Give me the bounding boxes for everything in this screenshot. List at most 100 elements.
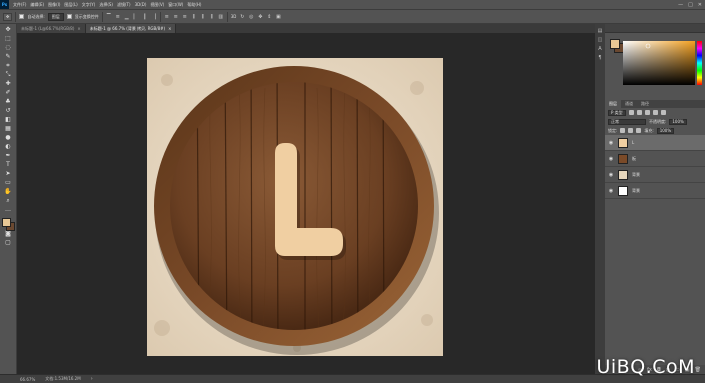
healing-brush-icon[interactable]: ✚ bbox=[4, 80, 13, 88]
shape-tool-icon[interactable]: ▭ bbox=[4, 179, 13, 187]
distribute-left-icon[interactable]: ⫼ bbox=[191, 14, 197, 20]
opacity-field[interactable]: 100% bbox=[669, 118, 687, 125]
tab-layers[interactable]: 图层 bbox=[605, 100, 621, 108]
foreground-color-chip[interactable] bbox=[610, 39, 620, 49]
filter-shape-icon[interactable] bbox=[652, 110, 658, 115]
auto-select-checkbox[interactable] bbox=[19, 14, 25, 19]
visibility-eye-icon[interactable]: ◉ bbox=[608, 188, 614, 194]
layer-kind-dropdown[interactable]: P 类型 bbox=[608, 109, 626, 116]
history-brush-icon[interactable]: ↺ bbox=[4, 107, 13, 115]
blend-mode-dropdown[interactable]: 正常 bbox=[608, 118, 646, 125]
layer-row[interactable]: ◉ 板 bbox=[605, 151, 705, 167]
fill-field[interactable]: 100% bbox=[656, 127, 675, 134]
zoom-level[interactable]: 66.67% bbox=[20, 377, 35, 382]
3d-roll-icon[interactable]: ◎ bbox=[248, 14, 254, 20]
layer-row[interactable]: ◉ 背景 bbox=[605, 183, 705, 199]
zoom-tool-icon[interactable]: ⌕ bbox=[4, 197, 13, 205]
close-tab-icon[interactable]: × bbox=[77, 26, 80, 31]
visibility-eye-icon[interactable]: ◉ bbox=[608, 172, 614, 178]
document-canvas[interactable] bbox=[147, 58, 443, 356]
show-transform-checkbox[interactable] bbox=[66, 14, 72, 19]
3d-rotate-icon[interactable]: ↻ bbox=[239, 14, 245, 20]
align-vcenter-icon[interactable]: ≡ bbox=[115, 14, 121, 20]
filter-pixel-icon[interactable] bbox=[628, 110, 634, 115]
close-tab-icon[interactable]: × bbox=[168, 26, 171, 31]
tab-document-2[interactable]: 未标题-1 @ 66.7% (背景 拷贝, RGB/8#) × bbox=[85, 24, 177, 33]
menu-window[interactable]: 窗口(W) bbox=[166, 2, 185, 8]
3d-drag-icon[interactable]: ✥ bbox=[257, 14, 263, 20]
move-tool-preset-icon[interactable]: ✥ bbox=[3, 12, 13, 21]
gradient-tool-icon[interactable]: ▦ bbox=[4, 125, 13, 133]
layer-row[interactable]: ◉ L bbox=[605, 135, 705, 151]
lock-position-icon[interactable] bbox=[628, 128, 634, 133]
color-swatches[interactable] bbox=[2, 218, 15, 231]
visibility-eye-icon[interactable]: ◉ bbox=[608, 156, 614, 162]
filter-type-icon[interactable] bbox=[644, 110, 650, 115]
tab-document-1[interactable]: 未标题-1 (L@66.7%(RGB/8) × bbox=[17, 24, 86, 33]
brush-tool-icon[interactable]: ✐ bbox=[4, 89, 13, 97]
paragraph-panel-icon[interactable]: ¶ bbox=[597, 55, 603, 61]
filter-adjust-icon[interactable] bbox=[636, 110, 642, 115]
menu-3d[interactable]: 3D(D) bbox=[133, 2, 149, 7]
distribute-top-icon[interactable]: ≡ bbox=[164, 14, 170, 20]
3d-slide-icon[interactable]: ⇕ bbox=[266, 14, 272, 20]
color-picker-field[interactable] bbox=[623, 41, 695, 85]
marquee-tool-icon[interactable]: ⬚ bbox=[4, 35, 13, 43]
foreground-color-swatch[interactable] bbox=[2, 218, 11, 227]
menu-edit[interactable]: 编辑(E) bbox=[28, 2, 46, 8]
filter-smart-icon[interactable] bbox=[660, 110, 666, 115]
auto-select-dropdown[interactable]: 图层 bbox=[47, 12, 64, 21]
crop-tool-icon[interactable]: ⌗ bbox=[4, 62, 13, 70]
status-menu-arrow-icon[interactable]: › bbox=[91, 376, 93, 382]
menu-layer[interactable]: 图层(L) bbox=[62, 2, 79, 8]
blur-tool-icon[interactable]: ● bbox=[4, 134, 13, 142]
distribute-vcenter-icon[interactable]: ≡ bbox=[173, 14, 179, 20]
align-top-icon[interactable]: ▔ bbox=[106, 14, 112, 20]
lock-all-icon[interactable] bbox=[636, 128, 642, 133]
auto-align-icon[interactable]: ▥ bbox=[218, 14, 224, 20]
hand-tool-icon[interactable]: ✋ bbox=[4, 188, 13, 196]
delete-layer-icon[interactable]: 🗑 bbox=[695, 367, 701, 373]
tab-paths[interactable]: 路径 bbox=[637, 101, 653, 107]
menu-select[interactable]: 选择(S) bbox=[97, 2, 115, 8]
eyedropper-tool-icon[interactable]: ⤡ bbox=[4, 71, 13, 79]
3d-scale-icon[interactable]: ▣ bbox=[275, 14, 281, 20]
move-tool-icon[interactable]: ✥ bbox=[4, 26, 13, 34]
history-panel-icon[interactable]: ▤ bbox=[597, 28, 603, 34]
path-select-icon[interactable]: ➤ bbox=[4, 170, 13, 178]
properties-panel-icon[interactable]: ◫ bbox=[597, 37, 603, 43]
distribute-bottom-icon[interactable]: ≡ bbox=[182, 14, 188, 20]
clone-stamp-icon[interactable]: ♣ bbox=[4, 98, 13, 106]
screen-mode-icon[interactable]: ▢ bbox=[4, 239, 13, 247]
eraser-tool-icon[interactable]: ◧ bbox=[4, 116, 13, 124]
lock-pixels-icon[interactable] bbox=[620, 128, 626, 133]
maximize-button[interactable]: □ bbox=[688, 2, 693, 8]
distribute-hcenter-icon[interactable]: ⫼ bbox=[200, 14, 206, 20]
close-button[interactable]: ✕ bbox=[698, 2, 702, 8]
menu-type[interactable]: 文字(Y) bbox=[80, 2, 98, 8]
layer-name[interactable]: 背景 bbox=[632, 188, 640, 194]
distribute-right-icon[interactable]: ⫼ bbox=[209, 14, 215, 20]
layer-name[interactable]: L bbox=[632, 140, 634, 145]
layer-row[interactable]: ◉ 背景 bbox=[605, 167, 705, 183]
menu-help[interactable]: 帮助(H) bbox=[185, 2, 203, 8]
lasso-tool-icon[interactable]: ◌ bbox=[4, 44, 13, 52]
minimize-button[interactable]: — bbox=[678, 2, 683, 8]
type-tool-icon[interactable]: T bbox=[4, 161, 13, 169]
color-chips[interactable] bbox=[610, 39, 624, 53]
visibility-eye-icon[interactable]: ◉ bbox=[608, 140, 614, 146]
align-bottom-icon[interactable]: ▁ bbox=[124, 14, 130, 20]
align-left-icon[interactable]: ▏ bbox=[133, 14, 139, 20]
layer-name[interactable]: 板 bbox=[632, 156, 636, 162]
align-right-icon[interactable]: ▕ bbox=[151, 14, 157, 20]
quick-mask-icon[interactable]: ◙ bbox=[4, 230, 13, 238]
hue-slider[interactable] bbox=[697, 41, 702, 85]
tab-channels[interactable]: 通道 bbox=[621, 101, 637, 107]
pen-tool-icon[interactable]: ✒ bbox=[4, 152, 13, 160]
character-panel-icon[interactable]: A bbox=[597, 46, 603, 52]
menu-file[interactable]: 文件(F) bbox=[11, 2, 28, 8]
menu-view[interactable]: 视图(V) bbox=[148, 2, 166, 8]
layer-name[interactable]: 背景 bbox=[632, 172, 640, 178]
align-hcenter-icon[interactable]: ┃ bbox=[142, 14, 148, 20]
more-tools-icon[interactable]: … bbox=[4, 206, 13, 214]
